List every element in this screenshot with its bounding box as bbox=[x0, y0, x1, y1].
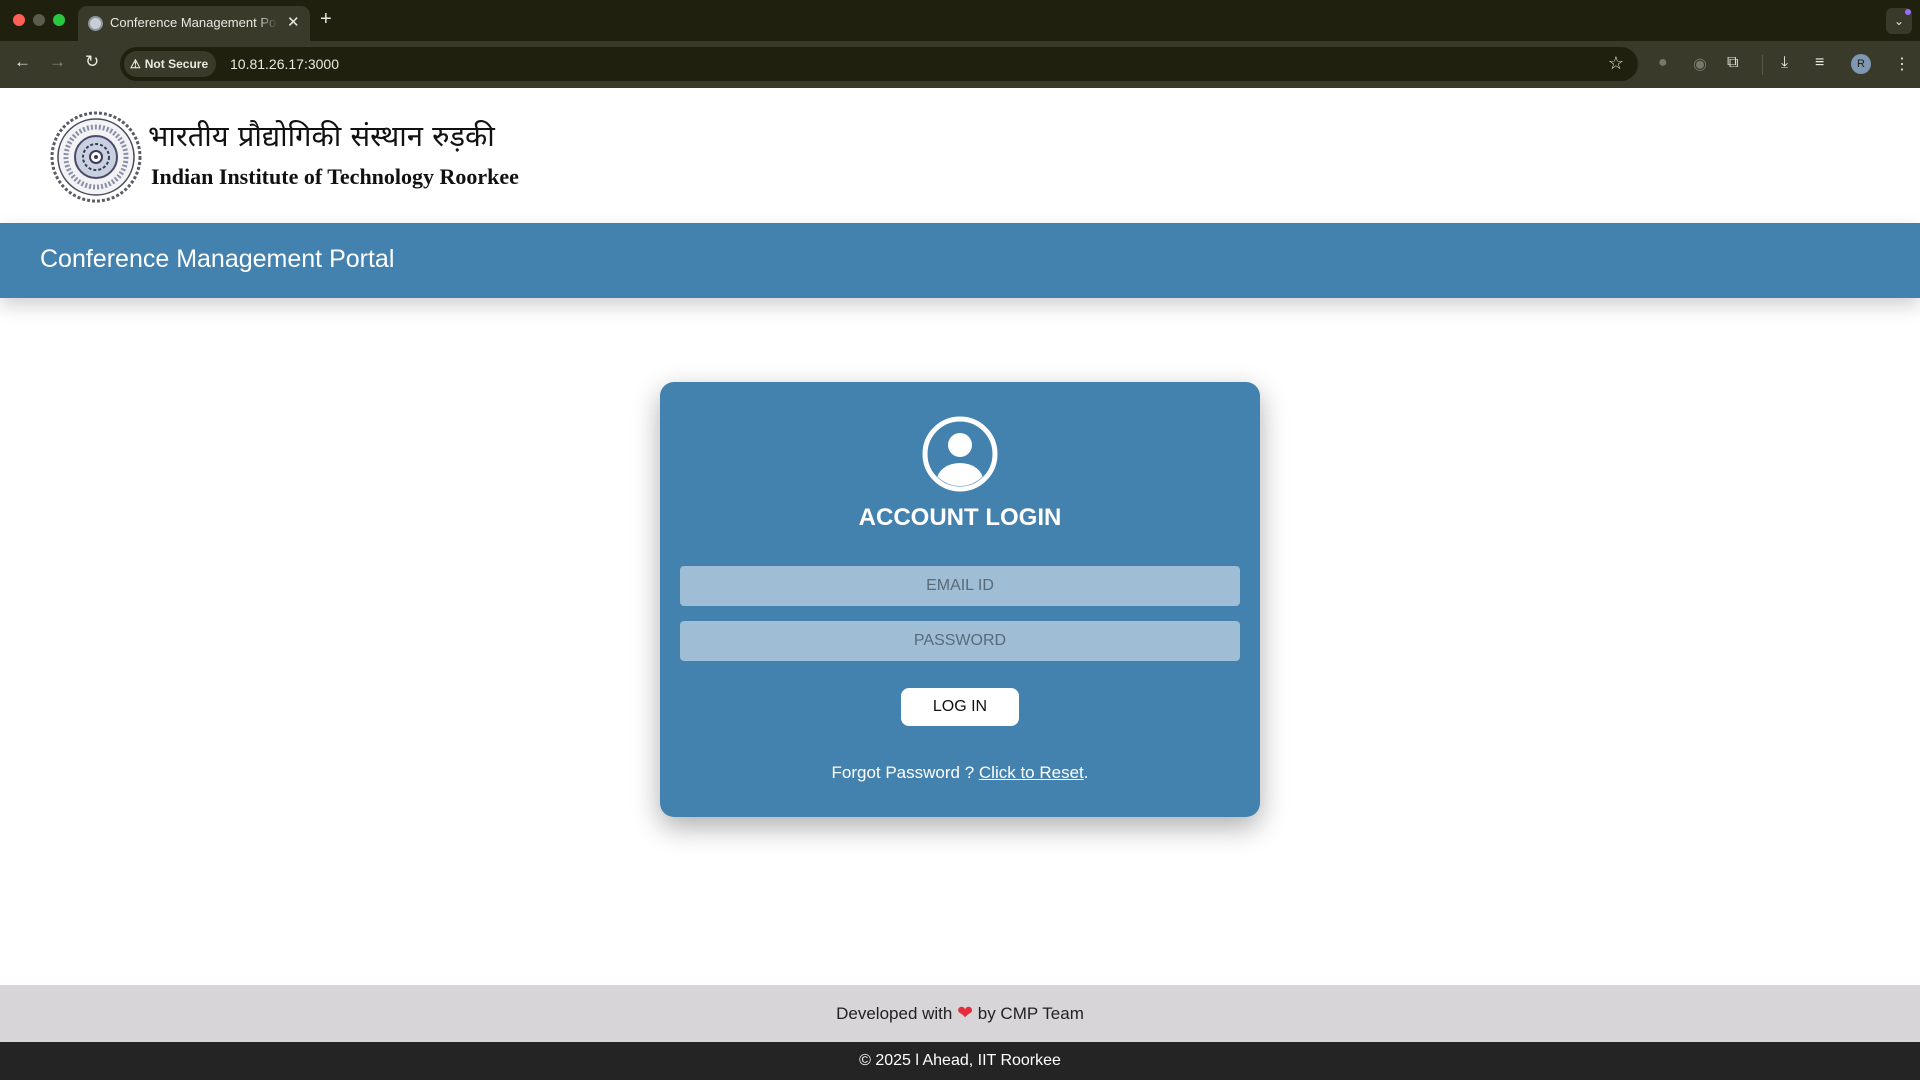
reload-icon[interactable]: ↻ bbox=[85, 52, 99, 72]
user-avatar-icon bbox=[922, 416, 998, 492]
back-arrow-icon[interactable]: ← bbox=[14, 52, 31, 72]
login-card: ACCOUNT LOGIN LOG IN Forgot Password ? C… bbox=[660, 382, 1260, 817]
extension-icon[interactable]: ● bbox=[1658, 54, 1668, 72]
lock-extension-icon[interactable]: ◉ bbox=[1693, 54, 1707, 74]
institute-name-hindi: भारतीय प्रौद्योगिकी संस्थान रुड़की bbox=[148, 119, 495, 153]
dev-credit-suffix: by CMP Team bbox=[973, 1004, 1084, 1023]
minimize-window-button[interactable] bbox=[33, 14, 45, 26]
address-bar[interactable]: ⚠ Not Secure 10.81.26.17:3000 ☆ bbox=[120, 47, 1638, 81]
url-text[interactable]: 10.81.26.17:3000 bbox=[230, 56, 339, 72]
notification-dot bbox=[1905, 9, 1911, 15]
browser-toolbar: ← → ↻ ⚠ Not Secure 10.81.26.17:3000 ☆ ● ◉… bbox=[0, 41, 1920, 88]
warning-icon: ⚠ bbox=[130, 57, 141, 71]
close-window-button[interactable] bbox=[13, 14, 25, 26]
forgot-password-text: Forgot Password ? Click to Reset. bbox=[660, 763, 1260, 783]
chevron-down-icon: ⌄ bbox=[1893, 14, 1905, 28]
security-chip[interactable]: ⚠ Not Secure bbox=[124, 51, 217, 77]
maximize-window-button[interactable] bbox=[53, 14, 65, 26]
copyright-bar: © 2025 l Ahead, IIT Roorkee bbox=[0, 1042, 1920, 1080]
bookmark-star-icon[interactable]: ☆ bbox=[1608, 53, 1624, 74]
dev-credit-prefix: Developed with bbox=[836, 1004, 958, 1023]
browser-tab-strip: Conference Management Portal ✕ + ⌄ bbox=[0, 0, 1920, 41]
kebab-menu-icon[interactable]: ⋮ bbox=[1894, 54, 1910, 74]
new-tab-button[interactable]: + bbox=[320, 8, 332, 31]
download-icon[interactable]: ⤓ bbox=[1781, 54, 1788, 72]
developer-footer: Developed with ❤ by CMP Team bbox=[0, 985, 1920, 1042]
password-field[interactable] bbox=[680, 621, 1240, 661]
forgot-password-label: Forgot Password ? bbox=[831, 763, 979, 782]
email-field[interactable] bbox=[680, 566, 1240, 606]
puzzle-extensions-icon[interactable]: ⧉ bbox=[1727, 54, 1738, 72]
security-label: Not Secure bbox=[144, 57, 209, 71]
iit-roorkee-emblem-icon bbox=[50, 111, 142, 203]
reset-password-link[interactable]: Click to Reset bbox=[979, 763, 1084, 782]
profile-avatar[interactable]: R bbox=[1851, 54, 1871, 74]
institute-name-english: Indian Institute of Technology Roorkee bbox=[151, 164, 519, 189]
tab-title: Conference Management Portal bbox=[110, 15, 278, 30]
close-tab-icon[interactable]: ✕ bbox=[287, 13, 300, 31]
forgot-password-suffix: . bbox=[1083, 763, 1089, 782]
portal-banner: Conference Management Portal bbox=[0, 223, 1920, 298]
tab-search-button[interactable]: ⌄ bbox=[1886, 8, 1912, 34]
globe-icon bbox=[88, 16, 103, 31]
login-button[interactable]: LOG IN bbox=[901, 688, 1019, 726]
site-header: भारतीय प्रौद्योगिकी संस्थान रुड़की India… bbox=[0, 88, 1920, 223]
forward-arrow-icon[interactable]: → bbox=[49, 52, 66, 72]
browser-tab[interactable]: Conference Management Portal ✕ bbox=[78, 6, 310, 41]
login-heading: ACCOUNT LOGIN bbox=[858, 504, 1062, 531]
reading-list-icon[interactable]: ≡ bbox=[1815, 54, 1824, 72]
portal-title: Conference Management Portal bbox=[40, 245, 395, 273]
toolbar-divider bbox=[1762, 55, 1763, 75]
heart-icon: ❤ bbox=[957, 1003, 974, 1024]
